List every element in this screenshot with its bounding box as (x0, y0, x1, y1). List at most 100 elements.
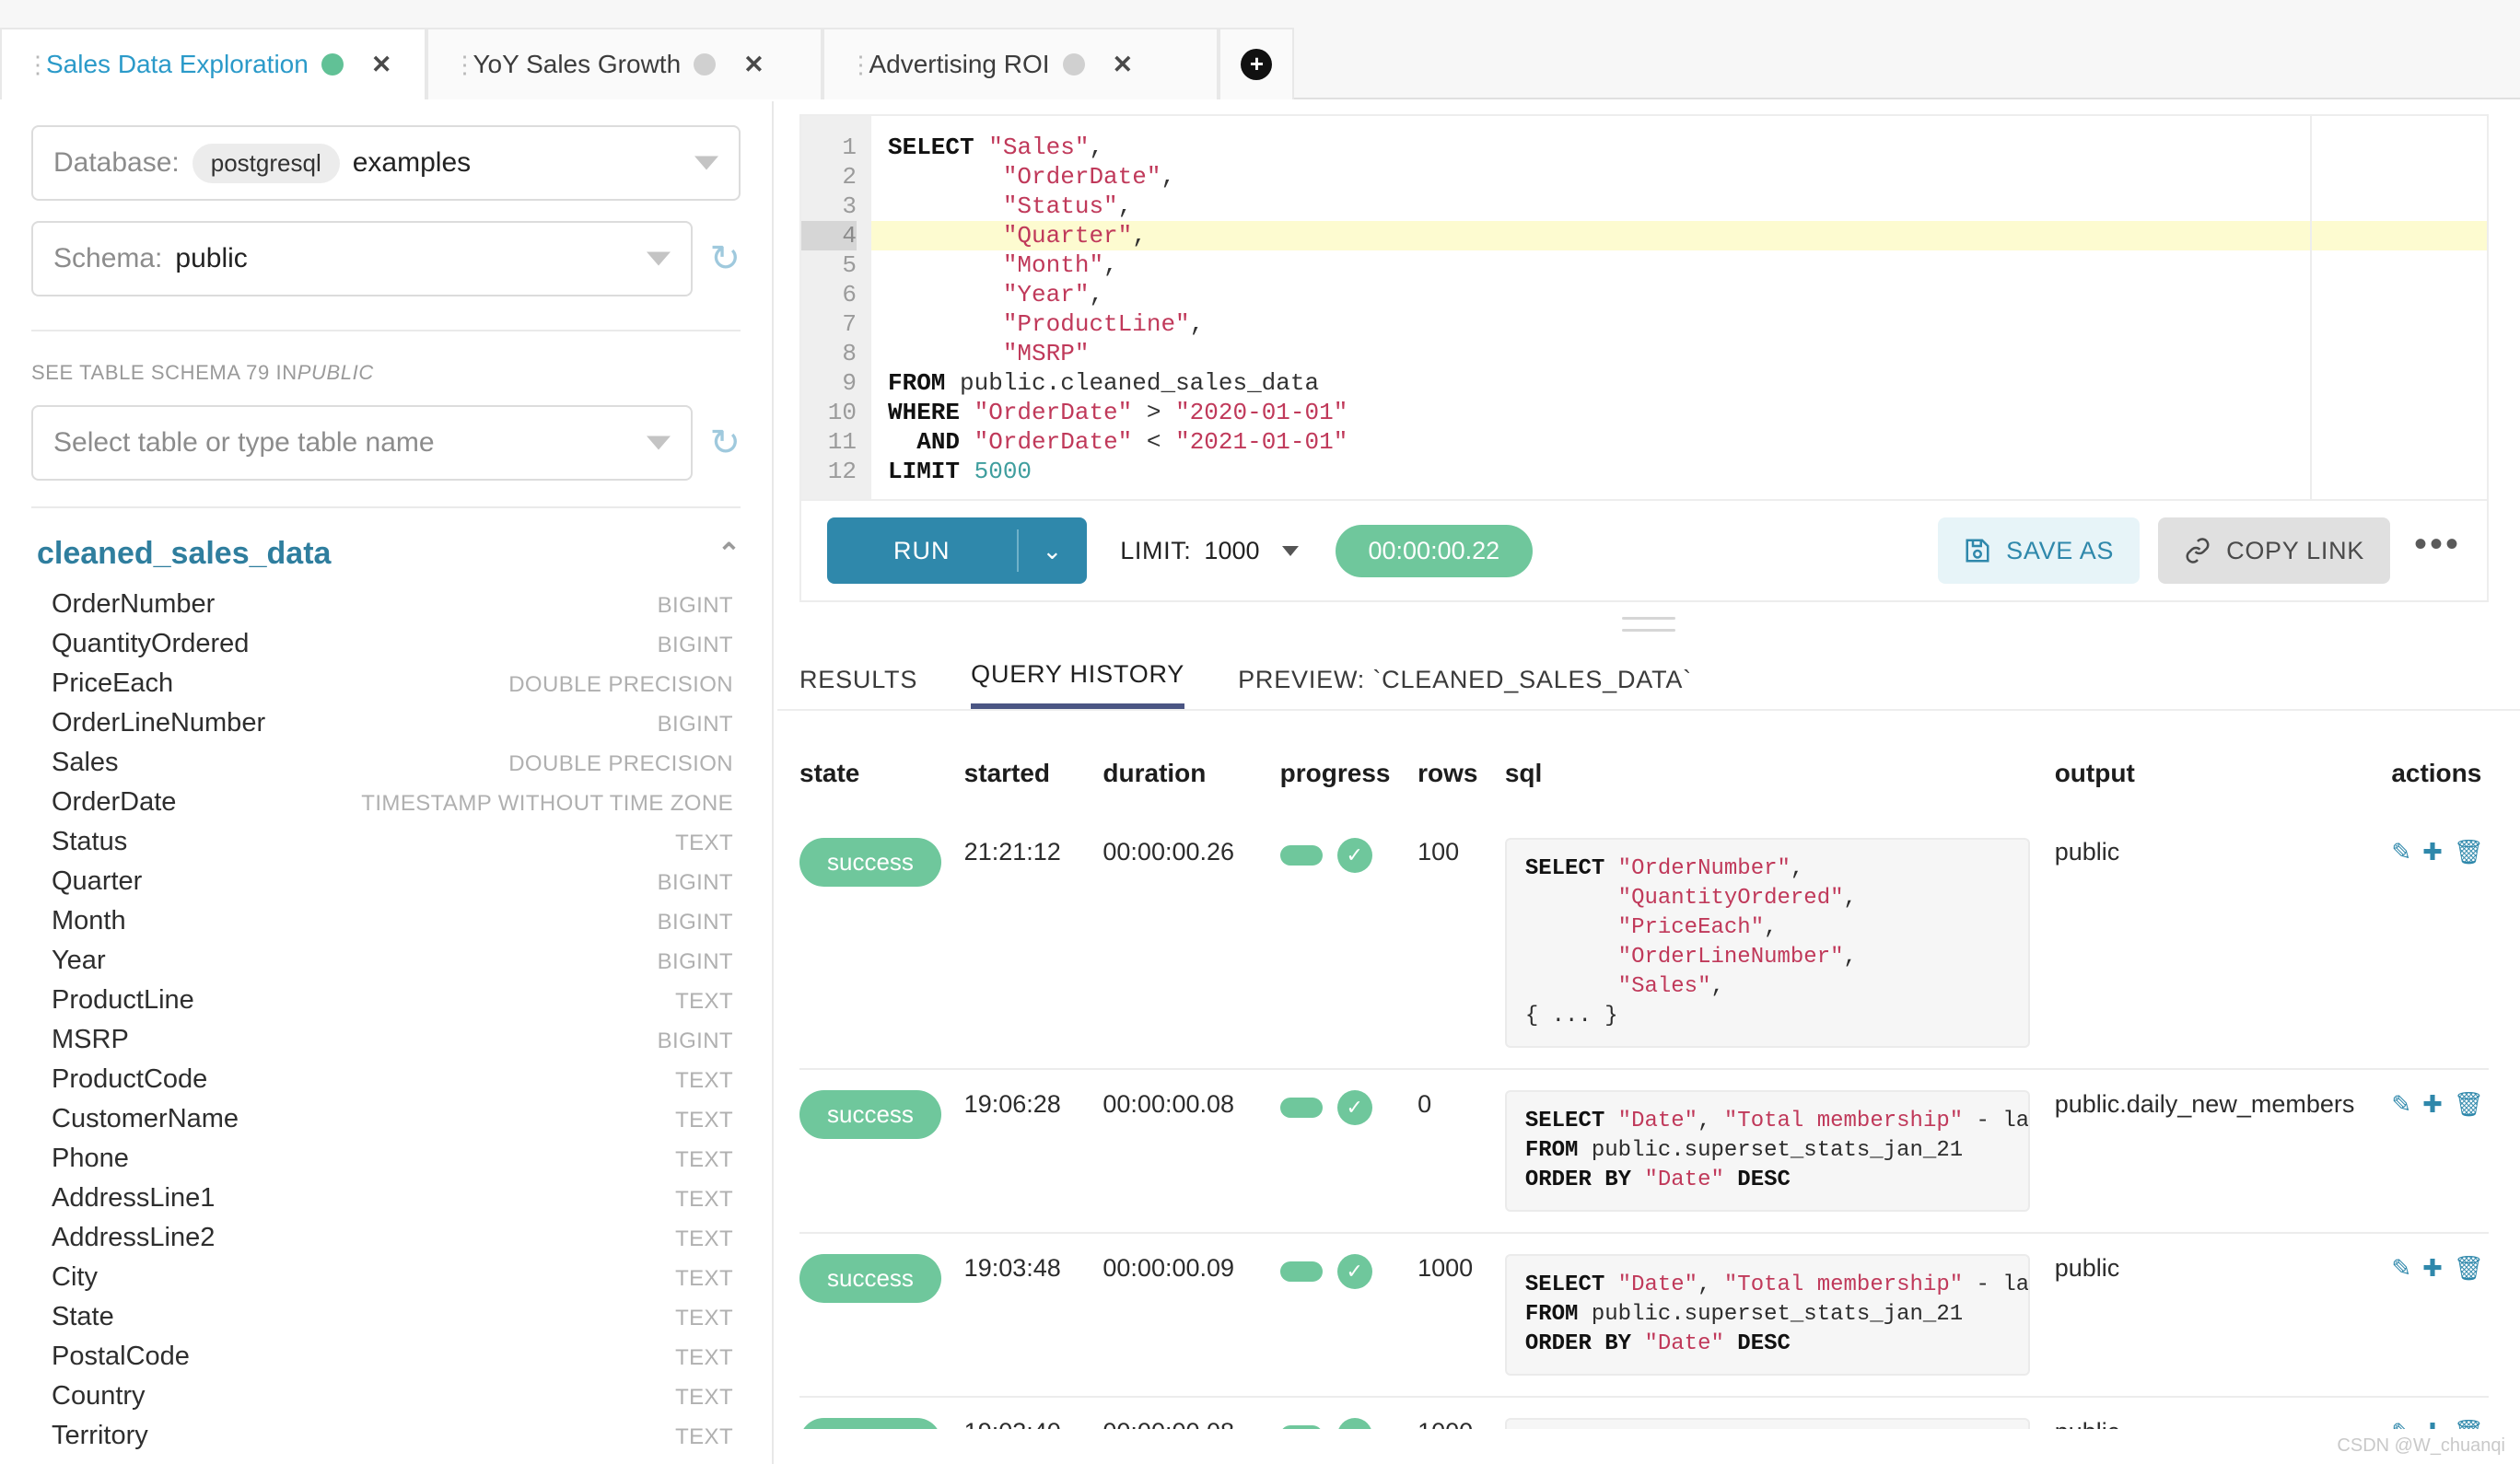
edit-pencil-icon[interactable]: ✎ (2391, 1254, 2411, 1283)
code-line[interactable]: AND "OrderDate" < "2021-01-01" (871, 427, 2487, 457)
ellipsis-icon[interactable]: ••• (2414, 535, 2461, 566)
chevron-down-icon[interactable]: ⌄ (1019, 537, 1088, 565)
column-row[interactable]: PriceEachDOUBLE PRECISION (31, 664, 741, 703)
column-row[interactable]: Territory TEXT (31, 1416, 741, 1456)
tab-advertising-roi[interactable]: ⋮ Advertising ROI ✕ (822, 28, 1219, 99)
column-type: BIGINT (658, 633, 733, 658)
drag-handle-icon[interactable]: ⋮ (452, 55, 460, 75)
column-row[interactable]: CustomerNameTEXT (31, 1099, 741, 1139)
tab-results[interactable]: RESULTS (799, 666, 917, 709)
code-line[interactable]: LIMIT 5000 (871, 457, 2487, 486)
table-row[interactable]: success19:03:4800:00:00.09✓1000SELECT "D… (799, 1233, 2489, 1397)
column-type: TEXT (675, 989, 733, 1015)
code-line[interactable]: "MSRP" (871, 339, 2487, 368)
save-as-button[interactable]: SAVE AS (1938, 517, 2140, 584)
column-row[interactable]: QuantityOrderedBIGINT (31, 624, 741, 664)
column-type: TEXT (675, 1345, 733, 1371)
column-row[interactable]: CityTEXT (31, 1258, 741, 1297)
column-row[interactable]: SalesDOUBLE PRECISION (31, 743, 741, 783)
check-icon: ✓ (1337, 838, 1372, 873)
cell-sql[interactable]: SELECT "OrderNumber", "QuantityOrdered",… (1505, 818, 2055, 1069)
code-line[interactable]: SELECT "Sales", (871, 133, 2487, 162)
plus-circle-icon[interactable]: ✚ (2422, 1090, 2443, 1119)
sql-code-area[interactable]: SELECT "Sales", "OrderDate", "Status", "… (871, 116, 2487, 499)
column-row[interactable]: MSRPBIGINT (31, 1020, 741, 1060)
database-selector[interactable]: Database: postgresql examples (31, 125, 741, 201)
column-row[interactable]: OrderLineNumberBIGINT (31, 703, 741, 743)
column-row[interactable]: OrderNumberBIGINT (31, 585, 741, 624)
tab-query-history[interactable]: QUERY HISTORY (971, 660, 1184, 709)
code-line[interactable]: "Year", (871, 280, 2487, 309)
column-name: Territory (52, 1421, 148, 1451)
column-row[interactable]: PhoneTEXT (31, 1139, 741, 1179)
tab-sales-data-exploration[interactable]: ⋮ Sales Data Exploration ✕ (0, 28, 426, 99)
refresh-tables-icon[interactable]: ↻ (709, 424, 741, 461)
edit-pencil-icon[interactable]: ✎ (2391, 1090, 2411, 1119)
column-type: BIGINT (658, 910, 733, 935)
column-row[interactable]: AddressLine1TEXT (31, 1179, 741, 1218)
trash-icon[interactable]: 🗑 (2454, 1090, 2484, 1119)
table-row[interactable]: success21:21:1200:00:00.26✓100SELECT "Or… (799, 818, 2489, 1069)
schema-value: public (175, 243, 247, 274)
plus-circle-icon[interactable]: ✚ (2422, 1418, 2443, 1429)
trash-icon[interactable]: 🗑 (2454, 838, 2484, 866)
trash-icon[interactable]: 🗑 (2454, 1254, 2484, 1283)
column-row[interactable]: ProductLineTEXT (31, 981, 741, 1020)
table-select[interactable]: Select table or type table name (31, 405, 693, 481)
column-row[interactable]: ProductCodeTEXT (31, 1060, 741, 1099)
limit-selector[interactable]: LIMIT: 1000 (1120, 537, 1298, 565)
table-row[interactable]: success19:06:2800:00:00.08✓0SELECT "Date… (799, 1069, 2489, 1233)
column-row[interactable]: AddressLine2TEXT (31, 1218, 741, 1258)
column-row[interactable]: StatusTEXT (31, 822, 741, 862)
code-line[interactable]: "Month", (871, 250, 2487, 280)
code-line[interactable]: "OrderDate", (871, 162, 2487, 192)
trash-icon[interactable]: 🗑 (2454, 1418, 2484, 1429)
close-icon[interactable]: ✕ (371, 51, 392, 79)
code-line[interactable]: "Quarter", (871, 221, 2487, 250)
table-header-cleaned-sales-data[interactable]: cleaned_sales_data ⌃ (31, 508, 741, 585)
cell-sql[interactable]: SELECT "Date", "Total membership" - la F… (1505, 1233, 2055, 1397)
code-line[interactable]: FROM public.cleaned_sales_data (871, 368, 2487, 398)
code-line[interactable]: WHERE "OrderDate" > "2020-01-01" (871, 398, 2487, 427)
table-row[interactable]: success19:03:4000:00:00.08✓1000SELECT "D… (799, 1397, 2489, 1429)
code-line[interactable]: "ProductLine", (871, 309, 2487, 339)
panel-resize-handle-2[interactable] (1622, 629, 1675, 632)
drag-handle-icon[interactable]: ⋮ (848, 55, 856, 75)
check-icon: ✓ (1337, 1254, 1372, 1289)
schema-hint-count: 79 (246, 361, 270, 384)
column-type: TEXT (675, 1424, 733, 1450)
close-icon[interactable]: ✕ (743, 51, 764, 79)
refresh-icon[interactable]: ↻ (709, 240, 741, 277)
schema-selector[interactable]: Schema: public (31, 221, 693, 296)
column-row[interactable]: MonthBIGINT (31, 901, 741, 941)
sql-editor[interactable]: 123456789101112 SELECT "Sales", "OrderDa… (799, 114, 2489, 501)
cell-sql[interactable]: SELECT "Date", "Total membership" - la F… (1505, 1397, 2055, 1429)
column-row[interactable]: YearBIGINT (31, 941, 741, 981)
tab-yoy-sales-growth[interactable]: ⋮ YoY Sales Growth ✕ (426, 28, 822, 99)
plus-circle-icon[interactable]: ✚ (2422, 1254, 2443, 1283)
line-number: 11 (801, 427, 857, 457)
edit-pencil-icon[interactable]: ✎ (2391, 838, 2411, 866)
copy-link-button[interactable]: COPY LINK (2158, 517, 2390, 584)
chevron-up-icon[interactable]: ⌃ (718, 538, 741, 570)
schema-label: Schema: (53, 243, 162, 274)
column-row[interactable]: QuarterBIGINT (31, 862, 741, 901)
column-row[interactable]: StateTEXT (31, 1297, 741, 1337)
close-icon[interactable]: ✕ (1113, 51, 1134, 79)
add-tab-button[interactable]: + (1219, 28, 1294, 99)
cell-sql[interactable]: SELECT "Date", "Total membership" - la F… (1505, 1069, 2055, 1233)
sql-snippet: SELECT "Date", "Total membership" - la F… (1505, 1418, 2030, 1429)
run-button[interactable]: RUN ⌄ (827, 517, 1087, 584)
tab-preview[interactable]: PREVIEW: `CLEANED_SALES_DATA` (1238, 666, 1692, 709)
column-row[interactable]: PostalCodeTEXT (31, 1337, 741, 1377)
column-type: BIGINT (658, 870, 733, 896)
edit-pencil-icon[interactable]: ✎ (2391, 1418, 2411, 1429)
code-line[interactable]: "Status", (871, 192, 2487, 221)
panel-resize-handle[interactable] (1622, 617, 1675, 620)
plus-circle-icon[interactable]: ✚ (2422, 838, 2443, 866)
column-type: TEXT (675, 1266, 733, 1292)
column-row[interactable]: OrderDateTIMESTAMP WITHOUT TIME ZONE (31, 783, 741, 822)
tab-bar: ⋮ Sales Data Exploration ✕ ⋮ YoY Sales G… (0, 0, 2520, 99)
column-row[interactable]: CountryTEXT (31, 1377, 741, 1416)
drag-handle-icon[interactable]: ⋮ (26, 55, 33, 75)
